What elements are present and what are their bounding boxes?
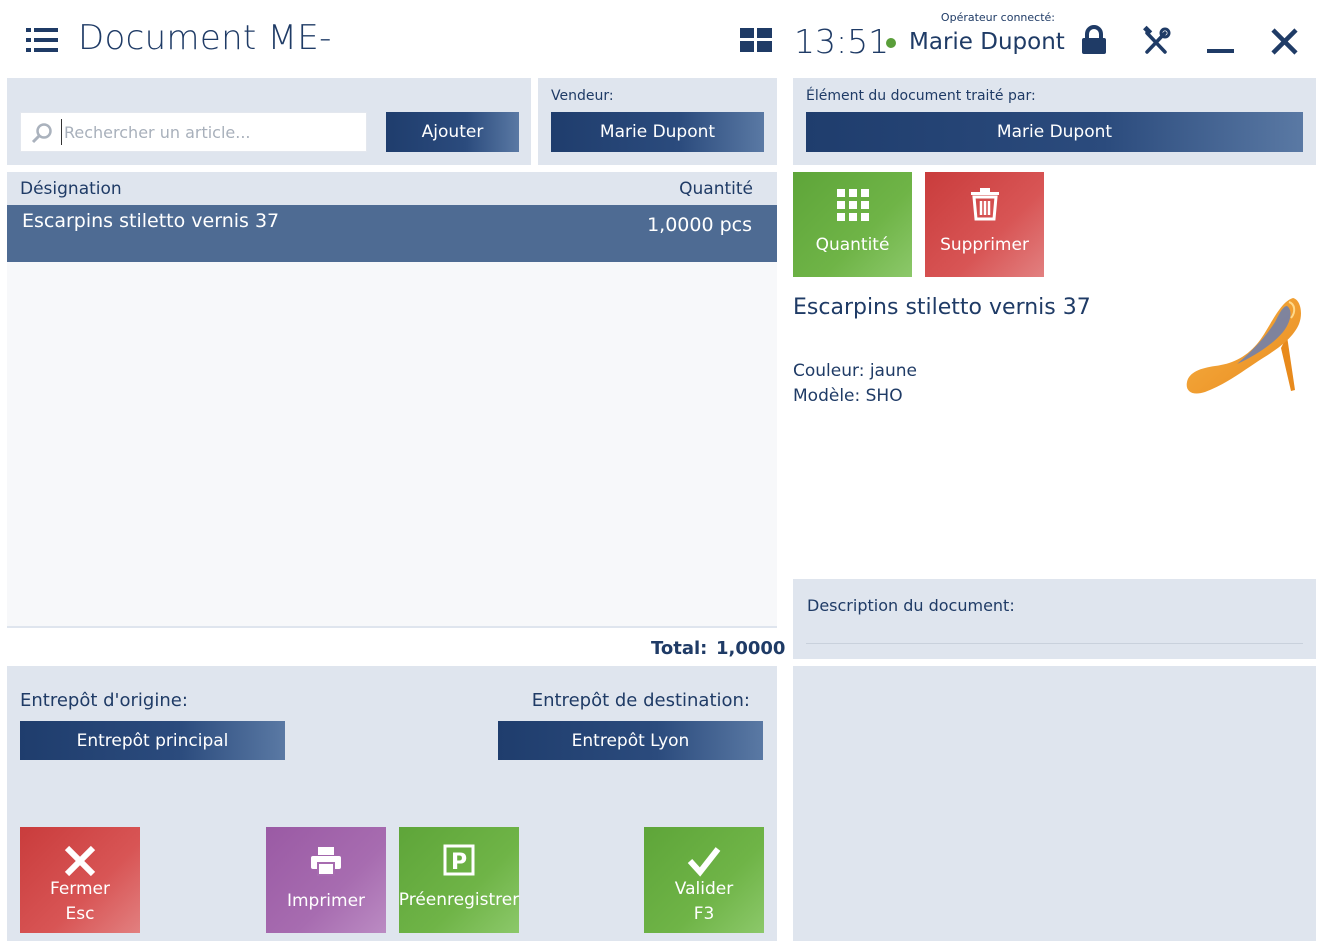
close-icon[interactable]	[1270, 25, 1300, 57]
search-box[interactable]	[20, 112, 367, 152]
validate-key: F3	[693, 904, 715, 924]
product-name: Escarpins stiletto vernis 37	[793, 295, 1091, 320]
parking-p-icon: P	[443, 844, 475, 876]
menu-list-icon[interactable]	[26, 28, 58, 52]
printer-icon	[311, 847, 341, 876]
print-label: Imprimer	[286, 891, 366, 911]
operator-name: Marie Dupont	[909, 29, 1065, 55]
destination-warehouse-button[interactable]: Entrepôt Lyon	[498, 721, 763, 760]
description-divider	[806, 643, 1303, 644]
minimize-icon[interactable]	[1206, 25, 1236, 57]
items-list-area	[7, 262, 777, 628]
processed-by-panel: Élément du document traité par: Marie Du…	[793, 78, 1316, 165]
close-document-button[interactable]: Fermer Esc	[20, 827, 140, 933]
add-button[interactable]: Ajouter	[386, 112, 519, 152]
row-designation: Escarpins stiletto vernis 37	[22, 210, 280, 232]
trash-icon	[970, 188, 999, 221]
product-model: Modèle: SHO	[793, 386, 903, 406]
processed-by-button[interactable]: Marie Dupont	[806, 112, 1303, 152]
quantity-label: Quantité	[815, 235, 890, 255]
page-title: Document ME-	[78, 18, 332, 58]
svg-text:P: P	[451, 850, 467, 875]
origin-warehouse-button[interactable]: Entrepôt principal	[20, 721, 285, 760]
validate-button[interactable]: Valider F3	[644, 827, 764, 933]
product-image-shoe	[1186, 298, 1301, 394]
online-status-indicator	[886, 38, 896, 48]
seller-panel: Vendeur: Marie Dupont	[538, 78, 777, 165]
table-header: Désignation Quantité	[7, 172, 777, 206]
close-document-label: Fermer	[49, 879, 110, 899]
tools-icon[interactable]	[1142, 25, 1172, 57]
delete-label: Supprimer	[940, 235, 1029, 255]
close-document-key: Esc	[65, 904, 95, 924]
checkmark-icon	[687, 847, 721, 877]
operator-caption: Opérateur connecté:	[940, 11, 1055, 24]
print-button[interactable]: Imprimer	[266, 827, 386, 933]
total-value: 1,0000	[716, 638, 786, 659]
processed-by-label: Élément du document traité par:	[806, 88, 1036, 104]
destination-warehouse-label: Entrepôt de destination:	[531, 690, 750, 711]
lock-icon[interactable]	[1079, 25, 1109, 57]
seller-button[interactable]: Marie Dupont	[551, 112, 764, 152]
description-panel: Description du document:	[793, 579, 1316, 659]
origin-warehouse-label: Entrepôt d'origine:	[20, 690, 188, 711]
preregister-label: Préenregistrer	[398, 890, 520, 910]
search-icon	[31, 123, 52, 144]
description-text-area[interactable]	[793, 666, 1316, 941]
search-panel: Ajouter	[7, 78, 531, 165]
keypad-grid-icon	[836, 189, 869, 221]
description-label: Description du document:	[807, 596, 1015, 615]
table-row[interactable]: Escarpins stiletto vernis 37 1,0000 pcs	[7, 205, 777, 262]
close-x-icon	[64, 845, 96, 877]
quantity-button[interactable]: Quantité	[793, 172, 912, 277]
product-color: Couleur: jaune	[793, 361, 917, 381]
search-input[interactable]	[61, 119, 361, 145]
validate-label: Valider	[674, 879, 734, 899]
clock: 13:51	[794, 22, 890, 61]
preregister-button[interactable]: P Préenregistrer	[399, 827, 519, 933]
seller-label: Vendeur:	[551, 88, 614, 104]
row-quantity: 1,0000 pcs	[647, 214, 752, 236]
total-label: Total:	[651, 638, 708, 659]
column-quantity: Quantité	[679, 179, 753, 199]
warehouse-panel: Entrepôt d'origine: Entrepôt principal E…	[7, 666, 777, 941]
column-designation: Désignation	[20, 179, 122, 199]
grid-view-icon[interactable]	[740, 28, 772, 52]
delete-button[interactable]: Supprimer	[925, 172, 1044, 277]
